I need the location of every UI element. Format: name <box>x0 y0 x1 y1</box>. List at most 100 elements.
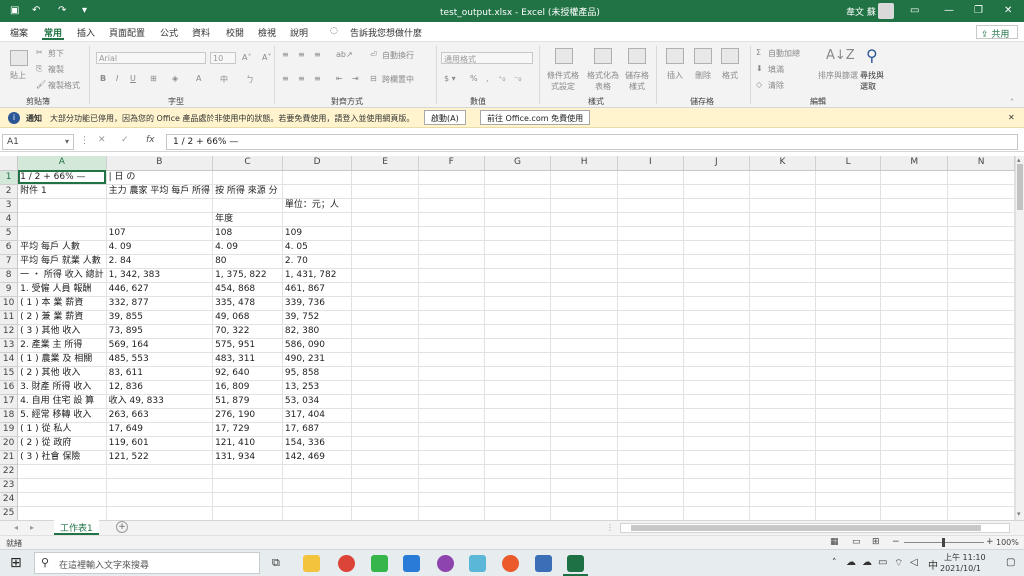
cell[interactable]: 51, 879 <box>212 394 283 409</box>
cell[interactable] <box>683 254 751 269</box>
cell[interactable] <box>550 352 619 367</box>
office-web-button[interactable]: 前往 Office.com 免費使用 <box>480 110 591 125</box>
row-header[interactable]: 8 <box>0 268 19 283</box>
align-right-icon[interactable]: ≡ <box>314 74 321 83</box>
vscode-icon[interactable] <box>403 555 420 572</box>
tab-insert[interactable]: 插入 <box>77 26 95 39</box>
cell[interactable] <box>617 240 684 255</box>
ribbon-display-options-icon[interactable]: ▭ <box>910 4 919 18</box>
cell[interactable]: 年度 <box>212 212 283 227</box>
cell[interactable]: 73, 895 <box>106 324 214 339</box>
cell[interactable]: 主力 農家 平均 每戶 所得 <box>106 184 214 199</box>
cell[interactable] <box>617 478 684 493</box>
column-header[interactable]: D <box>282 156 353 171</box>
cell[interactable]: 2. 產業 主 所得 <box>17 338 107 353</box>
close-icon[interactable]: ✕ <box>1004 4 1012 18</box>
tab-review[interactable]: 校閱 <box>226 26 244 39</box>
row-header[interactable]: 19 <box>0 422 19 437</box>
cell[interactable] <box>17 478 107 493</box>
cell[interactable] <box>617 506 684 520</box>
cell[interactable] <box>749 380 816 395</box>
row-header[interactable]: 3 <box>0 198 19 213</box>
cell[interactable] <box>947 254 1015 269</box>
cell[interactable] <box>550 422 619 437</box>
cell[interactable] <box>617 184 684 199</box>
delete-cells-button[interactable]: 刪除 <box>695 70 711 81</box>
collapse-ribbon-icon[interactable]: ˄ <box>1010 98 1014 107</box>
cell[interactable] <box>484 338 552 353</box>
cell[interactable] <box>418 408 485 423</box>
column-header[interactable]: J <box>683 156 751 171</box>
borders-icon[interactable]: ⊞ <box>150 74 157 83</box>
italic-icon[interactable]: I <box>116 74 118 83</box>
cell[interactable] <box>351 268 419 283</box>
cell[interactable] <box>17 492 107 507</box>
restore-icon[interactable]: ❐ <box>974 4 983 18</box>
cell[interactable] <box>106 198 214 213</box>
cell[interactable] <box>418 170 485 185</box>
avatar[interactable] <box>878 3 894 19</box>
add-sheet-icon[interactable]: + <box>116 521 128 533</box>
row-header[interactable]: 5 <box>0 226 19 241</box>
insert-cells-icon[interactable] <box>666 48 684 64</box>
row-header[interactable]: 25 <box>0 506 19 520</box>
cell[interactable] <box>947 394 1015 409</box>
row-header[interactable]: 17 <box>0 394 19 409</box>
increase-decimal-icon[interactable]: ⁺₀ <box>498 74 505 83</box>
cell[interactable] <box>484 492 552 507</box>
paste-icon[interactable] <box>10 50 28 66</box>
cell[interactable]: 121, 522 <box>106 450 214 465</box>
cell[interactable]: 5. 經常 移轉 收入 <box>17 408 107 423</box>
sort-filter-button[interactable]: 排序與篩選 <box>818 70 858 81</box>
cell[interactable] <box>880 366 949 381</box>
cell[interactable] <box>815 366 882 381</box>
cell[interactable] <box>683 408 751 423</box>
cell[interactable]: 569, 164 <box>106 338 214 353</box>
column-header[interactable]: H <box>550 156 619 171</box>
cell[interactable] <box>282 492 353 507</box>
fill-button[interactable]: 填滿 <box>768 64 784 75</box>
postman-icon[interactable] <box>502 555 519 572</box>
cell[interactable] <box>815 478 882 493</box>
cell[interactable] <box>617 296 684 311</box>
clock-date[interactable]: 2021/10/1 <box>940 564 981 573</box>
cell[interactable]: 12, 836 <box>106 380 214 395</box>
column-header[interactable]: G <box>484 156 552 171</box>
wrap-text-icon[interactable]: ⏎ <box>370 50 377 59</box>
cell[interactable] <box>351 324 419 339</box>
notifications-icon[interactable]: ▢ <box>1006 557 1015 568</box>
cell[interactable] <box>351 380 419 395</box>
row-header[interactable]: 23 <box>0 478 19 493</box>
insert-function-icon[interactable]: fx <box>146 135 155 145</box>
cell[interactable] <box>418 506 485 520</box>
enter-icon[interactable]: ✓ <box>121 135 129 145</box>
align-top-icon[interactable]: ≡ <box>282 50 289 59</box>
cell[interactable] <box>947 408 1015 423</box>
column-header[interactable]: F <box>418 156 485 171</box>
cell[interactable] <box>550 408 619 423</box>
tab-page-layout[interactable]: 頁面配置 <box>109 26 145 39</box>
cell[interactable]: 483, 311 <box>212 352 283 367</box>
cell[interactable]: 154, 336 <box>282 436 353 451</box>
cell[interactable] <box>947 198 1015 213</box>
cell[interactable] <box>617 366 684 381</box>
cell[interactable] <box>947 170 1015 185</box>
cell[interactable] <box>947 380 1015 395</box>
cell[interactable]: 平均 每戶 就業 人數 <box>17 254 107 269</box>
cell[interactable]: 95, 858 <box>282 366 353 381</box>
cell[interactable] <box>749 394 816 409</box>
conditional-formatting-icon[interactable] <box>555 48 573 64</box>
bold-icon[interactable]: B <box>100 74 106 83</box>
cell[interactable] <box>550 506 619 520</box>
cell[interactable] <box>418 282 485 297</box>
cell[interactable] <box>550 324 619 339</box>
cell[interactable] <box>683 268 751 283</box>
cell[interactable]: 461, 867 <box>282 282 353 297</box>
cell[interactable] <box>617 338 684 353</box>
cell[interactable] <box>880 240 949 255</box>
cell[interactable]: 586, 090 <box>282 338 353 353</box>
cut-button[interactable]: 剪下 <box>48 48 64 59</box>
cell[interactable] <box>749 170 816 185</box>
cell[interactable] <box>106 212 214 227</box>
cell[interactable] <box>880 338 949 353</box>
